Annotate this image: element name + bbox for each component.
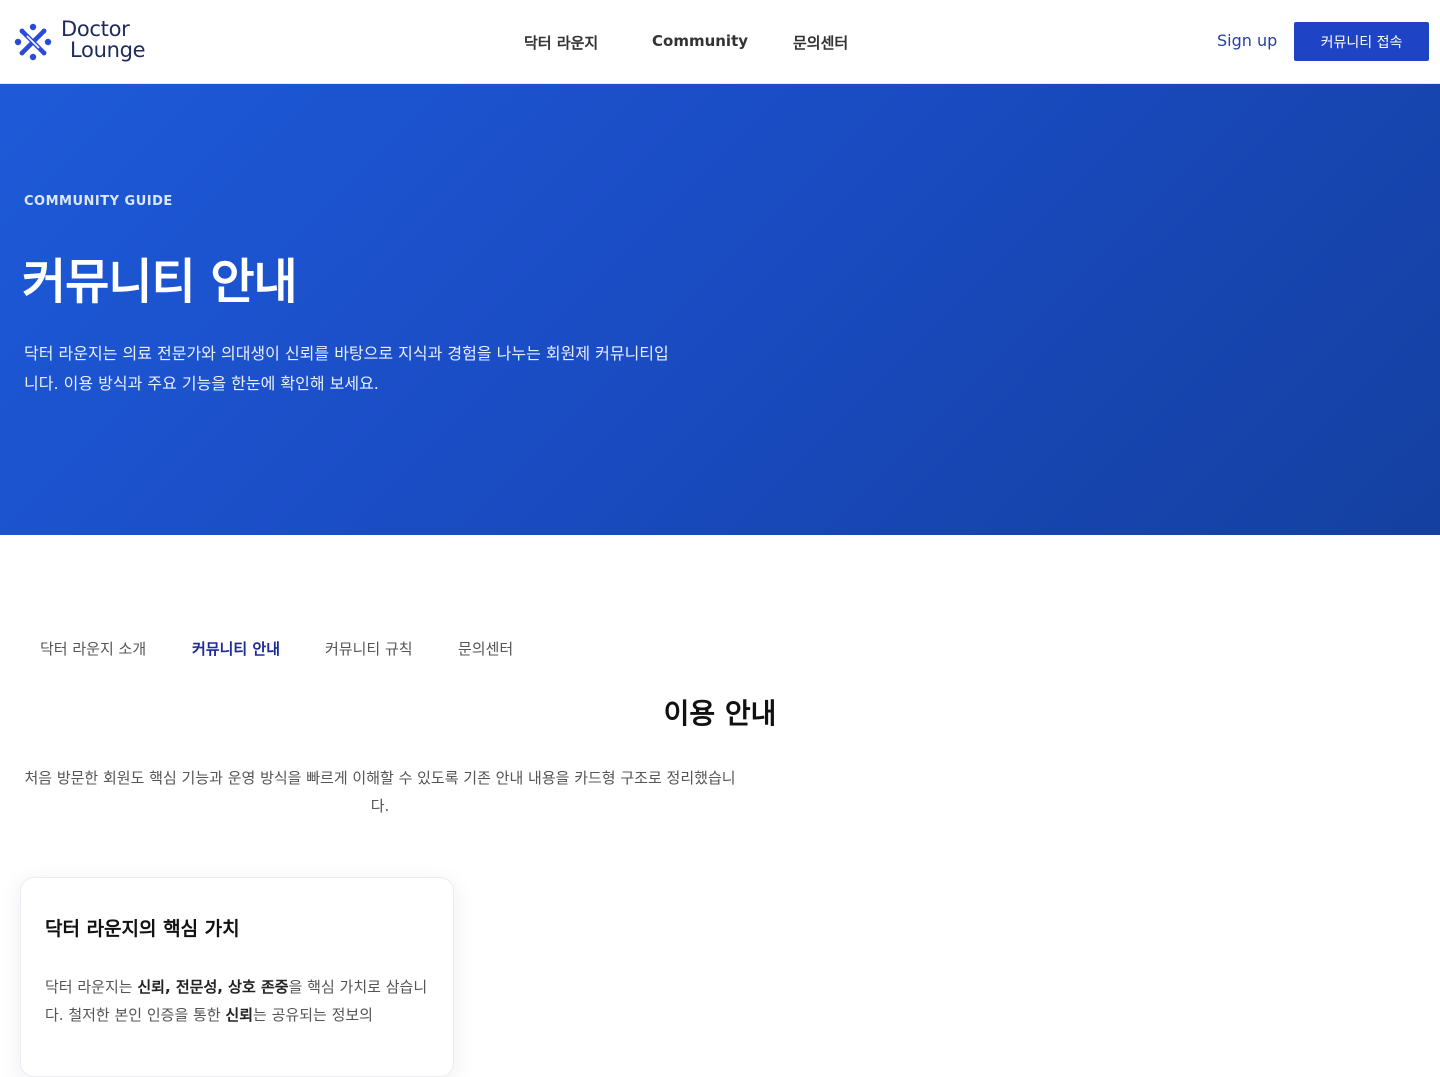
logo-line-1: Doctor: [61, 17, 130, 41]
section-description: 처음 방문한 회원도 핵심 기능과 운영 방식을 빠르게 이해할 수 있도록 기…: [24, 769, 736, 815]
nav-doctor-lounge[interactable]: 닥터 라운지: [524, 32, 598, 53]
logo-cross-icon: [14, 23, 52, 61]
tab-about[interactable]: 닥터 라운지 소개: [40, 638, 146, 659]
hero-description: 닥터 라운지는 의료 전문가와 의대생이 신뢰를 바탕으로 지식과 경험을 나누…: [24, 344, 669, 393]
card-body: 닥터 라운지는 신뢰, 전문성, 상호 존중을 핵심 가치로 삼습니다. 철저한…: [45, 973, 435, 1029]
logo-wordmark: Doctor Lounge: [61, 17, 146, 62]
card-title: 닥터 라운지의 핵심 가치: [45, 918, 240, 940]
signup-link[interactable]: Sign up: [1217, 31, 1277, 50]
community-access-button[interactable]: 커뮤니티 접속: [1294, 22, 1429, 61]
tab-community-rules[interactable]: 커뮤니티 규칙: [325, 638, 413, 659]
tab-support-center[interactable]: 문의센터: [458, 638, 513, 659]
hero-title: 커뮤니티 안내: [22, 254, 298, 310]
hero-kicker: COMMUNITY GUIDE: [24, 194, 173, 209]
logo[interactable]: Doctor Lounge: [10, 19, 170, 65]
nav-support-center[interactable]: 문의센터: [793, 32, 848, 53]
site-header: Doctor Lounge 닥터 라운지 Community 문의센터 Sign…: [0, 0, 1440, 84]
tab-community-guide[interactable]: 커뮤니티 안내: [192, 638, 280, 659]
card-emphasis: 신뢰, 전문성, 상호 존중: [137, 978, 289, 996]
nav-community[interactable]: Community: [652, 32, 748, 50]
hero-banner: COMMUNITY GUIDE 커뮤니티 안내 닥터 라운지는 의료 전문가와 …: [0, 84, 1440, 535]
card-text: 닥터 라운지는: [45, 978, 138, 996]
core-values-card: 닥터 라운지의 핵심 가치 닥터 라운지는 신뢰, 전문성, 상호 존중을 핵심…: [20, 877, 454, 1077]
card-text: 는 공유되는 정보의: [253, 1006, 373, 1024]
card-emphasis: 신뢰: [225, 1006, 254, 1024]
section-title: 이용 안내: [663, 697, 777, 730]
logo-line-2: Lounge: [70, 38, 146, 62]
